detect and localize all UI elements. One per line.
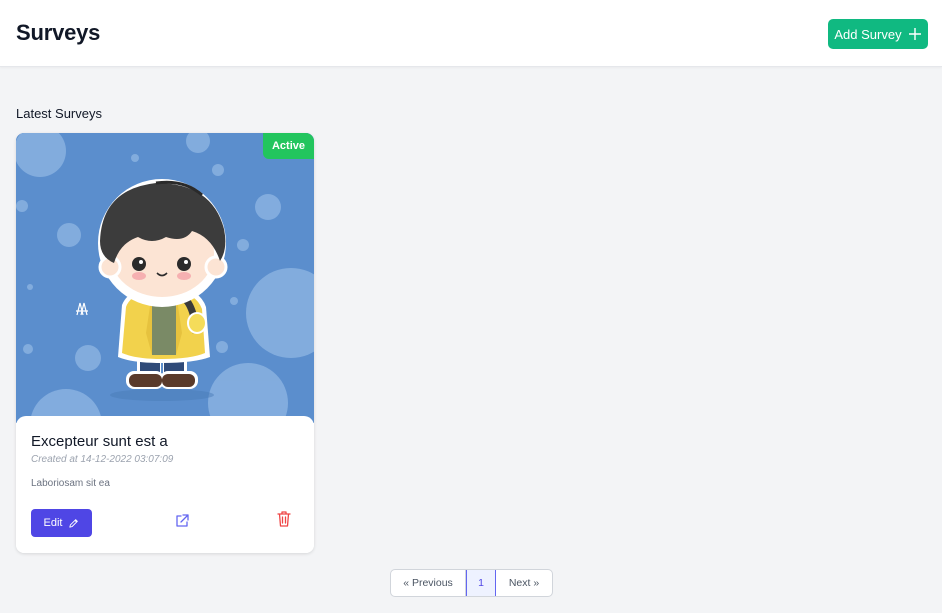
next-page-button[interactable]: Next » (496, 570, 552, 596)
survey-card-body: Excepteur sunt est a Created at 14-12-20… (16, 416, 314, 553)
external-link-icon[interactable] (174, 513, 190, 529)
page-number-button[interactable]: 1 (466, 570, 496, 596)
edit-button[interactable]: Edit (31, 509, 92, 537)
pagination: « Previous 1 Next » (390, 569, 553, 597)
edit-label: Edit (43, 517, 63, 529)
survey-created-date: Created at 14-12-2022 03:07:09 (31, 454, 174, 465)
survey-image: Active (16, 133, 314, 423)
survey-card: Active Excepteur sunt est a Created at 1… (16, 133, 314, 553)
plus-icon (908, 28, 921, 40)
survey-title: Excepteur sunt est a (31, 433, 168, 450)
page-header: Surveys Add Survey (0, 0, 942, 67)
pencil-icon (69, 518, 79, 528)
trash-icon[interactable] (276, 510, 292, 528)
survey-illustration (16, 133, 314, 423)
status-badge: Active (262, 133, 314, 159)
add-survey-label: Add Survey (834, 26, 902, 42)
add-survey-button[interactable]: Add Survey (828, 19, 928, 49)
section-title: Latest Surveys (16, 106, 102, 121)
previous-page-button[interactable]: « Previous (391, 570, 466, 596)
survey-description: Laboriosam sit ea (31, 478, 110, 489)
page-title: Surveys (16, 20, 101, 45)
